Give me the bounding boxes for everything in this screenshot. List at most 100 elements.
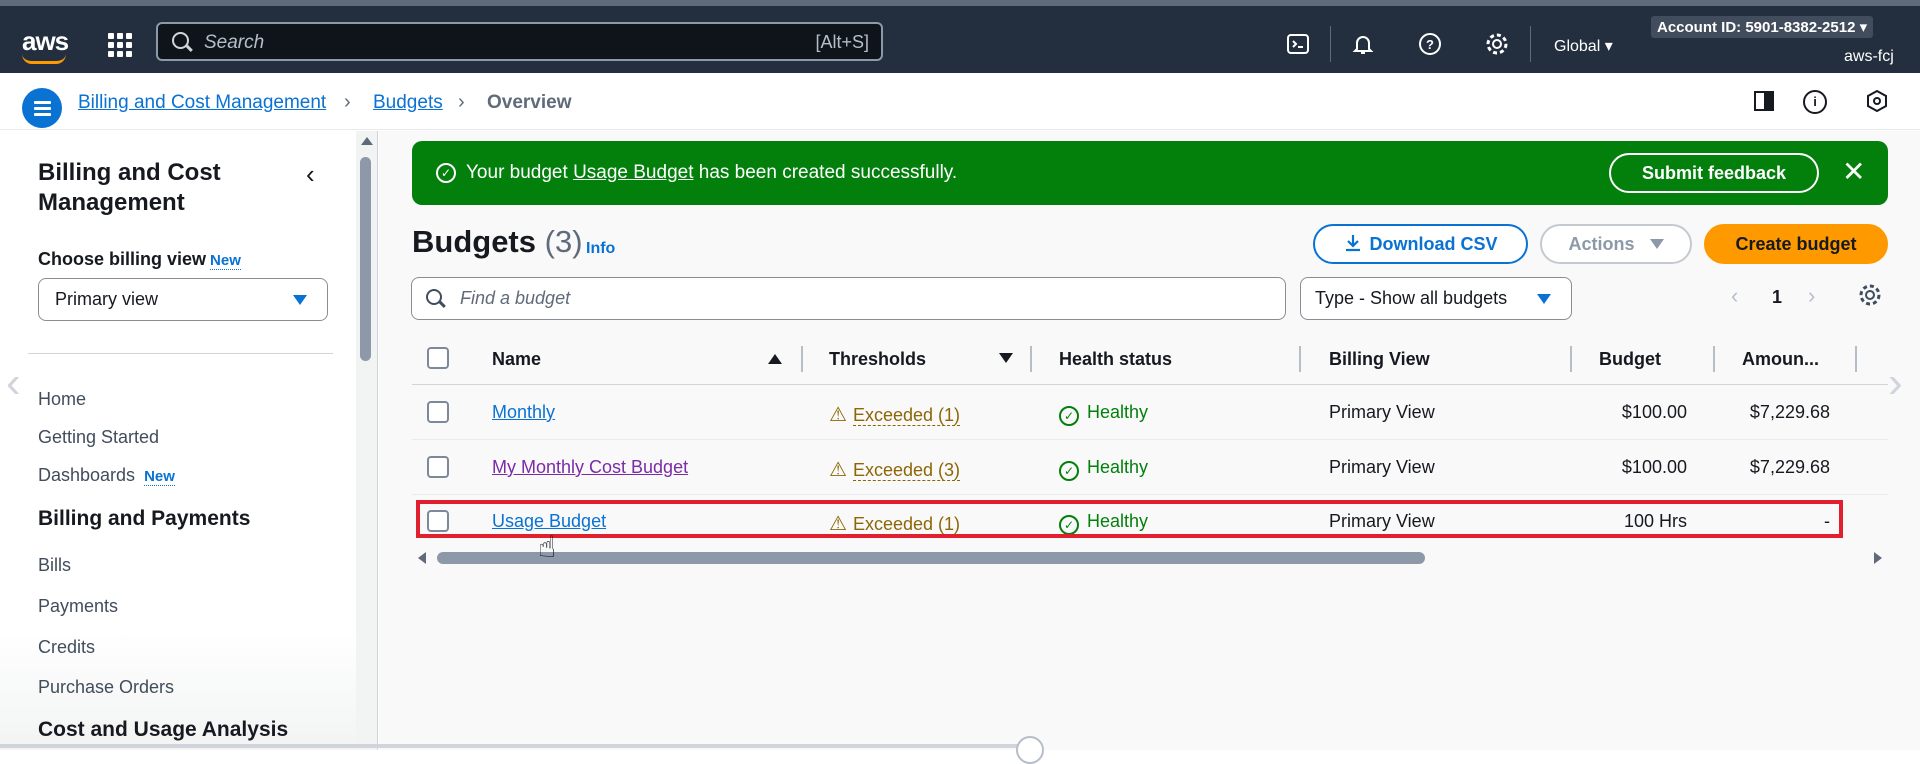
services-menu-icon[interactable] xyxy=(108,33,132,57)
search-icon xyxy=(426,289,442,305)
budget-count: (3) xyxy=(544,224,583,259)
info-icon[interactable]: i xyxy=(1803,90,1827,114)
billing-view-select[interactable]: Primary view xyxy=(38,278,328,321)
threshold-status[interactable]: ⚠ Exceeded (1) xyxy=(829,402,960,427)
split-panel-icon[interactable] xyxy=(1752,90,1776,114)
region-selector[interactable]: Global ▾ xyxy=(1554,36,1613,56)
success-flash-banner: ✓ Your budget Usage Budget has been crea… xyxy=(412,141,1888,205)
amount-cell: $7,229.68 xyxy=(1749,457,1830,477)
success-check-icon: ✓ xyxy=(436,163,456,183)
check-circle-icon: ✓ xyxy=(1059,461,1079,481)
billing-view-cell: Primary View xyxy=(1329,457,1435,477)
info-link[interactable]: Info xyxy=(586,240,615,258)
sidebar-scrollbar[interactable] xyxy=(356,131,378,750)
caret-down-icon xyxy=(1537,294,1551,304)
sidebar-item-purchase-orders[interactable]: Purchase Orders xyxy=(38,677,174,698)
caret-down-icon xyxy=(293,295,307,305)
breadcrumb-billing[interactable]: Billing and Cost Management xyxy=(78,92,326,114)
table-preferences-gear-icon[interactable] xyxy=(1858,283,1882,314)
sidebar-item-payments[interactable]: Payments xyxy=(38,596,118,617)
sidebar-item-home[interactable]: Home xyxy=(38,389,86,410)
bell-icon[interactable] xyxy=(1351,32,1375,56)
aws-smile-icon xyxy=(22,54,66,64)
choose-billing-view-label: Choose billing view New xyxy=(38,249,241,270)
top-navigation-bar: aws Search [Alt+S] ? Global ▾ Account ID… xyxy=(0,0,1920,73)
right-edge-arrow-icon: › xyxy=(1888,358,1903,407)
threshold-status[interactable]: ⚠ Exceeded (3) xyxy=(829,457,960,482)
column-header-health-status[interactable]: Health status xyxy=(1059,349,1172,370)
download-csv-button[interactable]: Download CSV xyxy=(1313,224,1528,264)
hexagon-gear-icon[interactable] xyxy=(1865,89,1889,114)
settings-gear-icon[interactable] xyxy=(1485,32,1509,56)
sidebar-section-cost-usage: Cost and Usage Analysis xyxy=(38,718,289,741)
chevron-right-icon: › xyxy=(344,91,351,113)
select-all-checkbox[interactable] xyxy=(427,347,449,369)
hamburger-menu-button[interactable] xyxy=(22,88,62,128)
left-edge-arrow-icon: ‹ xyxy=(6,358,21,407)
column-header-budget[interactable]: Budget xyxy=(1599,349,1661,370)
breadcrumb-bar: Billing and Cost Management › Budgets › … xyxy=(0,73,1920,130)
flash-budget-link[interactable]: Usage Budget xyxy=(573,162,693,183)
table-horizontal-scrollbar[interactable] xyxy=(412,548,1888,568)
column-header-billing-view[interactable]: Billing View xyxy=(1329,349,1430,370)
billing-view-cell: Primary View xyxy=(1329,402,1435,422)
search-icon xyxy=(172,32,189,49)
breadcrumb-overview: Overview xyxy=(487,92,572,113)
aws-logo[interactable]: aws xyxy=(22,26,69,64)
close-sidebar-icon[interactable]: ‹ xyxy=(306,159,315,190)
warning-icon: ⚠ xyxy=(829,404,847,426)
column-header-name[interactable]: Name xyxy=(492,349,541,370)
next-page-icon[interactable]: › xyxy=(1808,283,1815,309)
sort-ascending-icon[interactable] xyxy=(768,354,782,364)
highlighted-row-outline xyxy=(416,500,1843,538)
page-number[interactable]: 1 xyxy=(1772,287,1782,308)
new-badge: New xyxy=(210,252,241,270)
actions-button[interactable]: Actions xyxy=(1540,224,1692,264)
previous-page-icon[interactable]: ‹ xyxy=(1731,283,1738,309)
help-icon[interactable]: ? xyxy=(1418,32,1442,56)
download-icon xyxy=(1346,235,1361,252)
sidebar-title: Billing and Cost Management xyxy=(38,159,221,216)
cloudshell-icon[interactable] xyxy=(1286,32,1310,56)
sort-icon[interactable] xyxy=(999,353,1013,363)
row-checkbox[interactable] xyxy=(427,401,449,423)
sidebar-item-bills[interactable]: Bills xyxy=(38,555,71,576)
breadcrumb-budgets[interactable]: Budgets xyxy=(373,92,443,114)
budget-cell: $100.00 xyxy=(1621,457,1687,477)
submit-feedback-button[interactable]: Submit feedback xyxy=(1609,153,1819,193)
search-shortcut: [Alt+S] xyxy=(815,32,869,52)
column-header-thresholds[interactable]: Thresholds xyxy=(829,349,926,370)
sidebar-item-credits[interactable]: Credits xyxy=(38,637,95,658)
type-filter-select[interactable]: Type - Show all budgets xyxy=(1300,277,1572,320)
new-badge: New xyxy=(144,468,175,486)
sidebar-item-getting-started[interactable]: Getting Started xyxy=(38,427,159,448)
row-checkbox[interactable] xyxy=(427,456,449,478)
budget-cell: $100.00 xyxy=(1621,402,1687,422)
search-placeholder: Search xyxy=(204,32,265,53)
amount-cell: $7,229.68 xyxy=(1749,402,1830,422)
svg-text:?: ? xyxy=(1426,37,1434,52)
account-menu[interactable]: Account ID: 5901-8382-2512 ▾ xyxy=(1651,16,1874,38)
sidebar-section-billing: Billing and Payments xyxy=(38,507,251,530)
search-input[interactable]: Search [Alt+S] xyxy=(156,22,883,61)
bottom-slider-knob[interactable] xyxy=(1016,736,1044,764)
find-budget-input[interactable]: Find a budget xyxy=(411,277,1286,320)
create-budget-button[interactable]: Create budget xyxy=(1704,224,1888,264)
budget-name-link[interactable]: My Monthly Cost Budget xyxy=(492,457,688,478)
health-status: ✓ Healthy xyxy=(1059,402,1148,426)
hand-cursor-icon: ☝ xyxy=(538,531,557,564)
close-icon[interactable]: ✕ xyxy=(1842,155,1865,188)
user-name[interactable]: aws-fcj xyxy=(1844,48,1894,66)
budget-name-link[interactable]: Monthly xyxy=(492,402,555,423)
warning-icon: ⚠ xyxy=(829,459,847,481)
chevron-right-icon: › xyxy=(458,91,465,113)
caret-down-icon xyxy=(1649,239,1664,249)
flash-message: Your budget Usage Budget has been create… xyxy=(466,162,958,183)
sidebar: Billing and Cost Management ‹ Choose bil… xyxy=(0,131,378,750)
health-status: ✓ Healthy xyxy=(1059,457,1148,481)
sidebar-item-dashboards[interactable]: Dashboards New xyxy=(38,465,175,486)
main-content xyxy=(379,131,1920,750)
column-header-amount[interactable]: Amoun... xyxy=(1742,349,1819,370)
page-title: Budgets (3) xyxy=(412,224,583,259)
check-circle-icon: ✓ xyxy=(1059,406,1079,426)
